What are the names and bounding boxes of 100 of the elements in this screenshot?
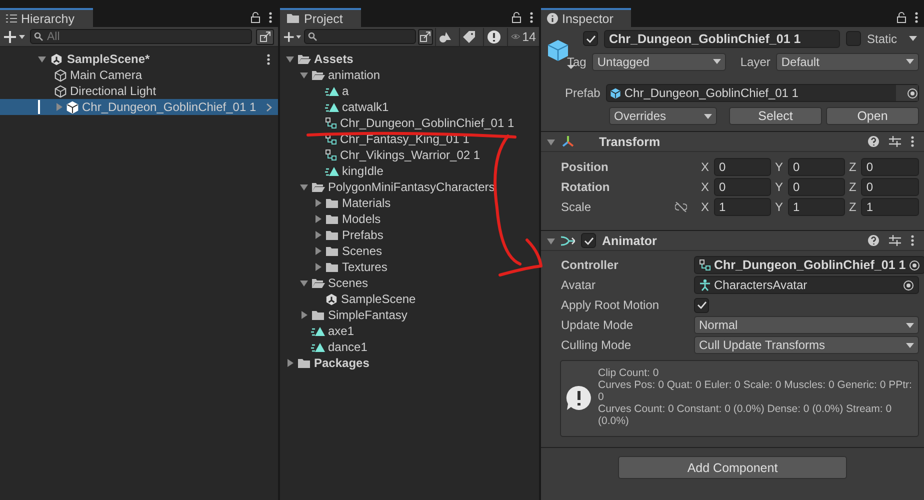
popout-button[interactable] bbox=[256, 28, 274, 44]
project-item[interactable]: Materials bbox=[280, 195, 539, 211]
mode-dropdown[interactable]: Normal bbox=[694, 316, 919, 334]
expand-arrow-icon[interactable] bbox=[286, 359, 294, 367]
project-item[interactable]: Scenes bbox=[280, 243, 539, 259]
more-options-icon[interactable] bbox=[911, 136, 914, 147]
unlinked-chain-icon[interactable] bbox=[675, 202, 687, 212]
animator-header[interactable]: Animator bbox=[541, 230, 924, 251]
axis-label: X bbox=[701, 200, 710, 214]
presets-icon[interactable] bbox=[889, 136, 901, 147]
transform-header[interactable]: Transform bbox=[541, 131, 924, 152]
project-item[interactable]: Textures bbox=[280, 259, 539, 275]
field-label: Culling Mode bbox=[561, 338, 632, 352]
prefab-action-button[interactable]: Select bbox=[729, 107, 822, 125]
collapse-arrow-icon[interactable] bbox=[547, 138, 555, 146]
lock-icon[interactable] bbox=[511, 12, 522, 23]
number-field[interactable]: 0 bbox=[788, 158, 845, 176]
expand-arrow-icon[interactable] bbox=[300, 183, 308, 191]
project-item[interactable]: SampleScene bbox=[280, 291, 539, 307]
hierarchy-tab[interactable]: Hierarchy bbox=[0, 8, 92, 27]
number-field[interactable]: 1 bbox=[714, 198, 771, 216]
mode-dropdown[interactable]: Cull Update Transforms bbox=[694, 336, 919, 354]
checkmark-icon bbox=[584, 236, 594, 244]
expand-arrow-icon[interactable] bbox=[286, 55, 294, 63]
number-field[interactable]: 0 bbox=[714, 158, 771, 176]
active-checkbox[interactable] bbox=[583, 31, 598, 46]
enabled-checkbox[interactable] bbox=[581, 233, 596, 248]
root-motion-checkbox[interactable] bbox=[694, 298, 709, 312]
expand-arrow-icon[interactable] bbox=[300, 279, 308, 287]
project-item[interactable]: Assets bbox=[280, 51, 539, 67]
animation-clip-icon bbox=[325, 166, 339, 176]
help-icon[interactable] bbox=[868, 235, 879, 246]
add-menu-icon[interactable] bbox=[4, 30, 26, 42]
number-field[interactable]: 0 bbox=[788, 178, 845, 196]
number-field[interactable]: 0 bbox=[714, 178, 771, 196]
project-item[interactable]: SimpleFantasy bbox=[280, 307, 539, 323]
expand-arrow-icon[interactable] bbox=[314, 199, 322, 207]
number-field[interactable]: 0 bbox=[861, 158, 919, 176]
number-field[interactable]: 1 bbox=[788, 198, 845, 216]
expand-arrow-icon[interactable] bbox=[38, 55, 46, 63]
folder-icon bbox=[297, 358, 311, 368]
expand-arrow-icon[interactable] bbox=[300, 311, 308, 319]
overrides-dropdown[interactable]: Overrides bbox=[609, 107, 717, 125]
prefab-action-button[interactable]: Open bbox=[826, 107, 919, 125]
more-options-icon[interactable] bbox=[915, 12, 918, 23]
number-field[interactable]: 1 bbox=[861, 198, 919, 216]
search-field[interactable] bbox=[304, 29, 416, 44]
project-item[interactable]: Prefabs bbox=[280, 227, 539, 243]
chevron-right-icon[interactable] bbox=[266, 102, 272, 112]
expand-arrow-icon[interactable] bbox=[300, 71, 308, 79]
number-field[interactable]: 0 bbox=[861, 178, 919, 196]
help-icon[interactable] bbox=[868, 136, 879, 147]
project-item[interactable]: Chr_Dungeon_GoblinChief_01 1 bbox=[280, 115, 539, 131]
more-options-icon[interactable] bbox=[530, 12, 533, 23]
expand-arrow-icon[interactable] bbox=[314, 247, 322, 255]
checkmark-icon bbox=[696, 301, 706, 309]
project-item[interactable]: dance1 bbox=[280, 339, 539, 355]
project-item[interactable]: catwalk1 bbox=[280, 99, 539, 115]
dropdown-caret-icon[interactable] bbox=[909, 36, 917, 41]
hidden-packages-button[interactable]: 14 bbox=[506, 28, 539, 46]
project-item[interactable]: kingIdle bbox=[280, 163, 539, 179]
layer-dropdown[interactable]: Default bbox=[776, 52, 919, 70]
hierarchy-item[interactable]: Directional Light bbox=[0, 83, 278, 99]
project-item[interactable]: Scenes bbox=[280, 275, 539, 291]
project-item[interactable]: Packages bbox=[280, 355, 539, 371]
project-item[interactable]: animation bbox=[280, 67, 539, 83]
lock-icon[interactable] bbox=[250, 12, 261, 23]
object-picker-icon[interactable] bbox=[907, 88, 918, 98]
object-picker-icon[interactable] bbox=[908, 260, 920, 270]
prefab-label: Prefab bbox=[565, 86, 600, 100]
scene-row[interactable]: SampleScene* bbox=[0, 51, 278, 67]
controller-field[interactable]: Chr_Dungeon_GoblinChief_01 1 bbox=[694, 256, 924, 274]
project-item[interactable]: Chr_Vikings_Warrior_02 1 bbox=[280, 147, 539, 163]
more-options-icon[interactable] bbox=[911, 235, 914, 246]
lock-icon[interactable] bbox=[896, 12, 907, 23]
prefab-field[interactable]: Chr_Dungeon_GoblinChief_01 1 bbox=[606, 84, 919, 102]
scene-options-icon[interactable] bbox=[267, 54, 270, 64]
popout-button[interactable] bbox=[418, 28, 433, 44]
project-item[interactable]: axe1 bbox=[280, 323, 539, 339]
presets-icon[interactable] bbox=[889, 235, 901, 246]
object-picker-icon[interactable] bbox=[903, 280, 914, 290]
inspector-tab[interactable]: Inspector bbox=[541, 8, 632, 27]
static-checkbox[interactable] bbox=[846, 31, 861, 46]
add-menu-icon[interactable] bbox=[284, 30, 302, 42]
expand-arrow-icon[interactable] bbox=[314, 215, 322, 223]
hierarchy-item[interactable]: Chr_Dungeon_GoblinChief_01 1 bbox=[0, 99, 278, 115]
expand-arrow-icon[interactable] bbox=[314, 231, 322, 239]
avatar-field[interactable]: CharactersAvatar bbox=[694, 276, 919, 294]
more-options-icon[interactable] bbox=[269, 12, 272, 23]
project-item[interactable]: Models bbox=[280, 211, 539, 227]
collapse-arrow-icon[interactable] bbox=[547, 236, 555, 244]
add-component-button[interactable]: Add Component bbox=[618, 456, 847, 479]
search-field[interactable]: All bbox=[30, 29, 252, 44]
expand-arrow-icon[interactable] bbox=[314, 263, 322, 271]
object-name-field[interactable]: Chr_Dungeon_GoblinChief_01 1 bbox=[604, 30, 840, 48]
animation-clip-icon bbox=[311, 342, 325, 352]
project-item[interactable]: a bbox=[280, 83, 539, 99]
project-tab[interactable]: Project bbox=[280, 8, 361, 27]
tag-dropdown[interactable]: Untagged bbox=[592, 52, 726, 70]
hierarchy-item[interactable]: Main Camera bbox=[0, 67, 278, 83]
